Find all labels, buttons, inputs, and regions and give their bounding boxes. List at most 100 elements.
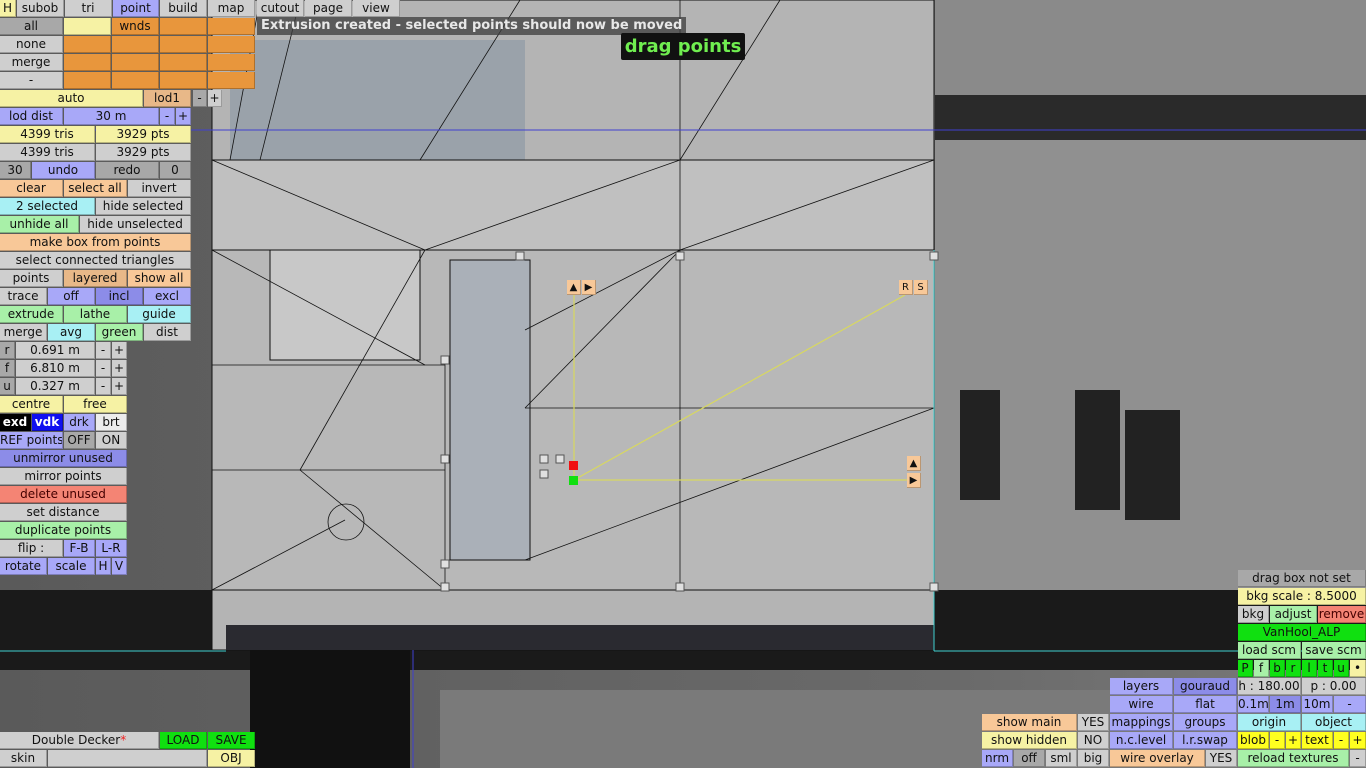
reload-minus[interactable]: - — [1350, 750, 1366, 767]
lod-dist-minus[interactable]: - — [160, 108, 175, 125]
menu-page[interactable]: page — [305, 0, 352, 17]
shade-exd[interactable]: exd — [0, 414, 31, 431]
menu-h[interactable]: H — [0, 0, 16, 17]
slot[interactable] — [64, 36, 111, 53]
origin-button[interactable]: origin — [1238, 714, 1301, 731]
dist-button[interactable]: dist — [144, 324, 191, 341]
ref-off[interactable]: OFF — [64, 432, 95, 449]
adjust-button[interactable]: adjust — [1270, 606, 1317, 623]
grid-minus[interactable]: - — [1334, 696, 1366, 713]
handle-r[interactable]: R — [899, 280, 913, 295]
select-merge-button[interactable]: merge — [0, 54, 63, 71]
handle-right-2[interactable]: ▶ — [907, 473, 921, 488]
unmirror-button[interactable]: unmirror unused — [0, 450, 127, 467]
lod-plus-button[interactable]: + — [208, 90, 222, 107]
menu-build[interactable]: build — [160, 0, 207, 17]
slot[interactable] — [208, 54, 255, 71]
v-button[interactable]: V — [112, 558, 127, 575]
undo-button[interactable]: undo — [32, 162, 95, 179]
slot-empty[interactable] — [64, 18, 111, 35]
select-all-button[interactable]: all — [0, 18, 63, 35]
slot[interactable] — [160, 54, 207, 71]
flat-button[interactable]: flat — [1174, 696, 1237, 713]
shade-brt[interactable]: brt — [96, 414, 127, 431]
lod-minus-button[interactable]: - — [193, 90, 207, 107]
coord-minus[interactable]: - — [96, 342, 111, 359]
save-button[interactable]: SAVE — [208, 732, 255, 749]
coord-plus[interactable]: + — [112, 342, 127, 359]
load-scm-button[interactable]: load scm — [1238, 642, 1301, 659]
clear-button[interactable]: clear — [0, 180, 63, 197]
flip-lr[interactable]: L-R — [96, 540, 127, 557]
coord-plus[interactable]: + — [112, 378, 127, 395]
merge-button[interactable]: merge — [0, 324, 47, 341]
coord-minus[interactable]: - — [96, 360, 111, 377]
3d-viewport[interactable] — [0, 0, 1366, 768]
invert-button[interactable]: invert — [128, 180, 191, 197]
set-distance-button[interactable]: set distance — [0, 504, 127, 521]
slot[interactable] — [208, 18, 255, 35]
handle-right[interactable]: ▶ — [582, 280, 596, 295]
menu-view[interactable]: view — [353, 0, 400, 17]
skin-input[interactable] — [48, 750, 207, 767]
sml-button[interactable]: sml — [1046, 750, 1077, 767]
delete-unused-button[interactable]: delete unused — [0, 486, 127, 503]
lrswap-button[interactable]: l.r.swap — [1174, 732, 1237, 749]
lathe-button[interactable]: lathe — [64, 306, 127, 323]
unhide-all-button[interactable]: unhide all — [0, 216, 79, 233]
slot[interactable] — [160, 18, 207, 35]
h-button[interactable]: H — [96, 558, 111, 575]
blob-plus[interactable]: + — [1286, 732, 1301, 749]
hide-selected-button[interactable]: hide selected — [96, 198, 191, 215]
centre-button[interactable]: centre — [0, 396, 63, 413]
slot[interactable] — [208, 72, 255, 89]
view-P[interactable]: P — [1238, 660, 1253, 677]
view-dot[interactable]: • — [1350, 660, 1366, 677]
menu-tri[interactable]: tri — [65, 0, 112, 17]
slot[interactable] — [112, 54, 159, 71]
remove-button[interactable]: remove — [1318, 606, 1366, 623]
redo-button[interactable]: redo — [96, 162, 159, 179]
view-t[interactable]: t — [1318, 660, 1333, 677]
wire-button[interactable]: wire — [1110, 696, 1173, 713]
select-connected-button[interactable]: select connected triangles — [0, 252, 191, 269]
grid-10m[interactable]: 10m — [1302, 696, 1333, 713]
wire-overlay-button[interactable]: wire overlay — [1110, 750, 1205, 767]
blob-button[interactable]: blob — [1238, 732, 1269, 749]
view-f[interactable]: f — [1254, 660, 1269, 677]
handle-up-2[interactable]: ▲ — [907, 456, 921, 471]
view-u[interactable]: u — [1334, 660, 1349, 677]
trace-off[interactable]: off — [48, 288, 95, 305]
show-hidden-button[interactable]: show hidden — [982, 732, 1077, 749]
make-box-button[interactable]: make box from points — [0, 234, 191, 251]
nrm-button[interactable]: nrm — [982, 750, 1013, 767]
coord-plus[interactable]: + — [112, 360, 127, 377]
select-none-button[interactable]: none — [0, 36, 63, 53]
groups-button[interactable]: groups — [1174, 714, 1237, 731]
show-main-yes[interactable]: YES — [1078, 714, 1109, 731]
grid-1m[interactable]: 1m — [1270, 696, 1301, 713]
shade-drk[interactable]: drk — [64, 414, 95, 431]
points-button[interactable]: points — [0, 270, 63, 287]
slot[interactable] — [160, 72, 207, 89]
view-b[interactable]: b — [1270, 660, 1285, 677]
slot[interactable] — [160, 36, 207, 53]
menu-cutout[interactable]: cutout — [257, 0, 304, 17]
slot[interactable] — [112, 36, 159, 53]
trace-excl[interactable]: excl — [144, 288, 191, 305]
handle-up[interactable]: ▲ — [567, 280, 581, 295]
show-hidden-no[interactable]: NO — [1078, 732, 1109, 749]
gouraud-button[interactable]: gouraud — [1174, 678, 1237, 695]
select-all-points-button[interactable]: select all — [64, 180, 127, 197]
layered-button[interactable]: layered — [64, 270, 127, 287]
extrude-button[interactable]: extrude — [0, 306, 63, 323]
slot[interactable] — [112, 72, 159, 89]
shade-vdk[interactable]: vdk — [32, 414, 63, 431]
blob-minus[interactable]: - — [1270, 732, 1285, 749]
hide-unselected-button[interactable]: hide unselected — [80, 216, 191, 233]
scale-button[interactable]: scale — [48, 558, 95, 575]
reload-textures-button[interactable]: reload textures — [1238, 750, 1349, 767]
duplicate-button[interactable]: duplicate points — [0, 522, 127, 539]
selected-point-red[interactable] — [569, 461, 578, 470]
guide-button[interactable]: guide — [128, 306, 191, 323]
